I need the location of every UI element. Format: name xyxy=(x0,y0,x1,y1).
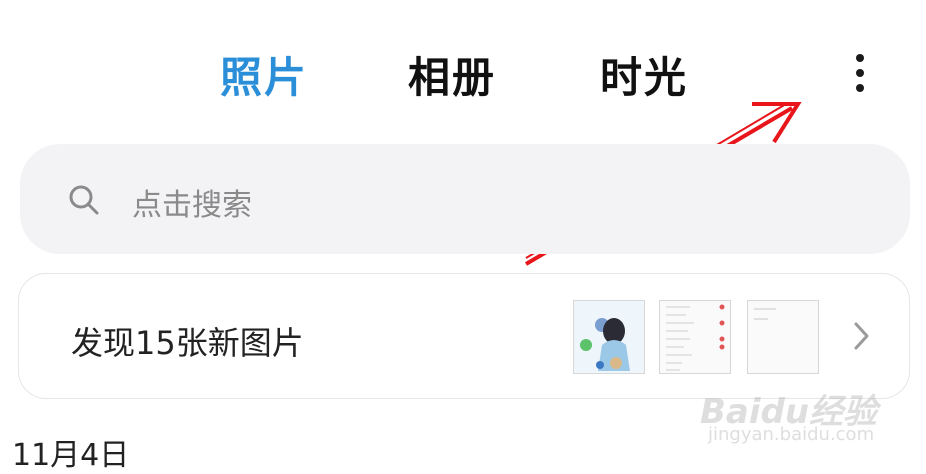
search-bar[interactable]: 点击搜索 xyxy=(20,144,910,254)
new-photos-card[interactable]: 发现15张新图片 xyxy=(18,273,910,399)
thumbnail-illustration xyxy=(573,300,645,374)
search-placeholder: 点击搜索 xyxy=(132,188,252,223)
watermark-sub: jingyan.baidu.com xyxy=(708,424,875,445)
thumbnail-document-screenshot xyxy=(747,300,819,374)
date-header: 11月4日 xyxy=(12,438,130,473)
thumbnail-settings-screenshot xyxy=(659,300,731,374)
search-icon xyxy=(69,185,99,215)
chevron-right-icon xyxy=(854,322,869,350)
new-photos-text: 发现15张新图片 xyxy=(71,324,304,362)
baidu-watermark: Baidu经验 jingyan.baidu.com xyxy=(700,384,910,448)
